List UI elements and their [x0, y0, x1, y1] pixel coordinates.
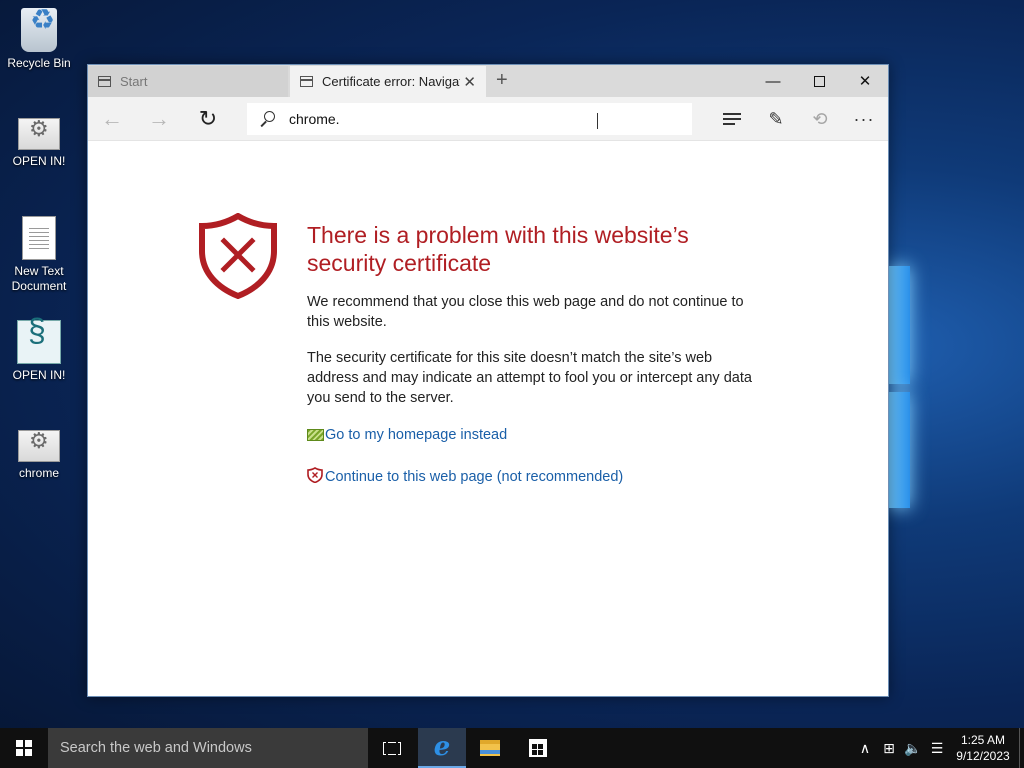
more-actions-button[interactable]: ··· [850, 107, 878, 131]
tab-start[interactable]: Start [88, 66, 288, 97]
minimize-button[interactable]: — [750, 65, 796, 97]
desktop-icon-label: chrome [18, 466, 59, 480]
share-button[interactable]: ⟲ [806, 107, 834, 131]
search-icon [259, 111, 275, 127]
desktop-icon-label: Recycle Bin [7, 56, 71, 70]
homepage-link[interactable]: Go to my homepage instead [307, 427, 507, 443]
tab-title: Start [120, 74, 148, 89]
clock-time: 1:25 AM [960, 733, 1006, 747]
task-view-icon [383, 741, 401, 755]
close-tab-icon[interactable]: ✕ [463, 73, 476, 91]
clock-date: 9/12/2023 [956, 749, 1010, 763]
gear-file-icon [18, 430, 60, 462]
store-icon [529, 739, 547, 757]
action-center-icon[interactable]: ☰ [926, 728, 948, 768]
homepage-icon [307, 429, 324, 441]
gear-file-icon [18, 118, 60, 150]
show-desktop-button[interactable] [1019, 728, 1020, 768]
taskbar-edge-button[interactable]: e [418, 728, 466, 768]
new-tab-button[interactable]: + [496, 69, 508, 92]
desktop-icon-recycle-bin[interactable]: Recycle Bin [4, 8, 74, 71]
title-bar: Start Certificate error: Navigati ✕ + — … [88, 65, 888, 97]
task-view-button[interactable] [368, 728, 416, 768]
web-note-button[interactable]: ✎ [762, 107, 790, 131]
page-icon [98, 76, 111, 87]
shield-error-icon [199, 213, 277, 299]
maximize-icon [813, 75, 825, 87]
forward-button[interactable]: → [145, 106, 173, 132]
recycle-bin-icon [21, 8, 57, 52]
desktop-icon-chrome[interactable]: chrome [4, 424, 74, 481]
navigation-bar: ← → ↻ chrome. ✎ ⟲ ··· [88, 97, 888, 141]
text-document-icon [22, 216, 56, 260]
start-button[interactable] [0, 728, 48, 768]
refresh-button[interactable]: ↻ [194, 106, 222, 132]
desktop-icon-label: OPEN IN! [12, 368, 66, 382]
taskbar-file-explorer-button[interactable] [466, 728, 514, 768]
taskbar-store-button[interactable] [514, 728, 562, 768]
error-recommendation-text: We recommend that you close this web pag… [307, 294, 744, 330]
back-button[interactable]: ← [98, 106, 126, 132]
continue-link-label: Continue to this web page (not recommend… [325, 469, 624, 485]
script-file-icon [17, 320, 61, 364]
text-cursor-icon [597, 113, 599, 129]
edge-browser-window: Start Certificate error: Navigati ✕ + — … [87, 64, 889, 697]
folder-icon [480, 740, 500, 756]
hub-icon [723, 113, 741, 125]
network-icon[interactable]: ⊞ [878, 728, 900, 768]
hub-button[interactable] [718, 107, 746, 131]
maximize-button[interactable] [796, 65, 842, 97]
desktop-icon-new-text-document[interactable]: New Text Document [4, 216, 74, 294]
windows-logo-icon [16, 740, 32, 756]
address-bar[interactable]: chrome. [247, 103, 692, 135]
desktop-icon-label: OPEN IN! [12, 154, 66, 168]
page-content: There is a problem with this website’s s… [88, 141, 888, 696]
homepage-link-label: Go to my homepage instead [325, 427, 508, 443]
shield-warning-icon [307, 467, 323, 483]
taskbar: Search the web and Windows e ∧ ⊞ 🔈 ☰ 1:2… [0, 728, 1024, 768]
taskbar-search-box[interactable]: Search the web and Windows [48, 728, 368, 768]
edge-icon: e [433, 732, 451, 762]
error-explanation-text: The security certificate for this site d… [307, 350, 752, 406]
system-clock[interactable]: 1:25 AM 9/12/2023 [950, 732, 1016, 764]
windows-wallpaper-logo [888, 258, 1024, 518]
continue-link[interactable]: Continue to this web page (not recommend… [307, 467, 624, 485]
volume-muted-icon[interactable]: 🔈 [902, 728, 924, 768]
tab-certificate-error[interactable]: Certificate error: Navigati ✕ [290, 66, 486, 97]
address-bar-value: chrome. [289, 111, 340, 127]
page-icon [300, 76, 313, 87]
close-window-button[interactable]: ✕ [842, 65, 888, 97]
tab-title: Certificate error: Navigati [322, 74, 460, 89]
desktop-icon-label: New Text Document [11, 264, 67, 293]
error-title: There is a problem with this website’s s… [307, 222, 689, 276]
desktop-icon-open-in-2[interactable]: OPEN IN! [4, 320, 74, 383]
show-hidden-icons-chevron-icon[interactable]: ∧ [854, 728, 876, 768]
desktop-icon-open-in-1[interactable]: OPEN IN! [4, 112, 74, 169]
